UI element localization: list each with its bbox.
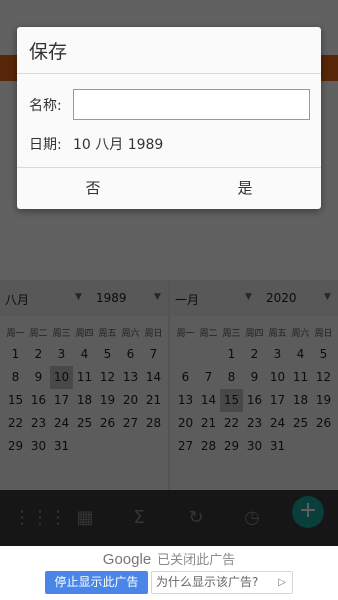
why-this-ad-label: 为什么显示该广告? (156, 575, 259, 589)
ad-closed-message: Google 已关闭此广告 (0, 549, 338, 568)
play-icon: ▷ (278, 577, 286, 588)
no-button[interactable]: 否 (17, 168, 169, 209)
ad-closed-text: 已关闭此广告 (157, 553, 236, 568)
why-this-ad-button[interactable]: 为什么显示该广告? ▷ (151, 571, 293, 594)
save-dialog: 保存 名称: 日期: 10 八月 1989 否 是 (17, 27, 321, 209)
name-input[interactable] (73, 89, 310, 120)
date-value: 10 八月 1989 (73, 137, 164, 153)
dialog-title: 保存 (29, 41, 68, 63)
yes-button[interactable]: 是 (169, 168, 321, 209)
divider (17, 73, 321, 74)
google-logo-text: Google (102, 551, 152, 568)
date-label: 日期: (29, 137, 62, 153)
name-label: 名称: (29, 98, 62, 114)
ad-banner: Google 已关闭此广告 停止显示此广告 为什么显示该广告? ▷ (0, 546, 338, 600)
stop-showing-ad-button[interactable]: 停止显示此广告 (45, 571, 148, 594)
